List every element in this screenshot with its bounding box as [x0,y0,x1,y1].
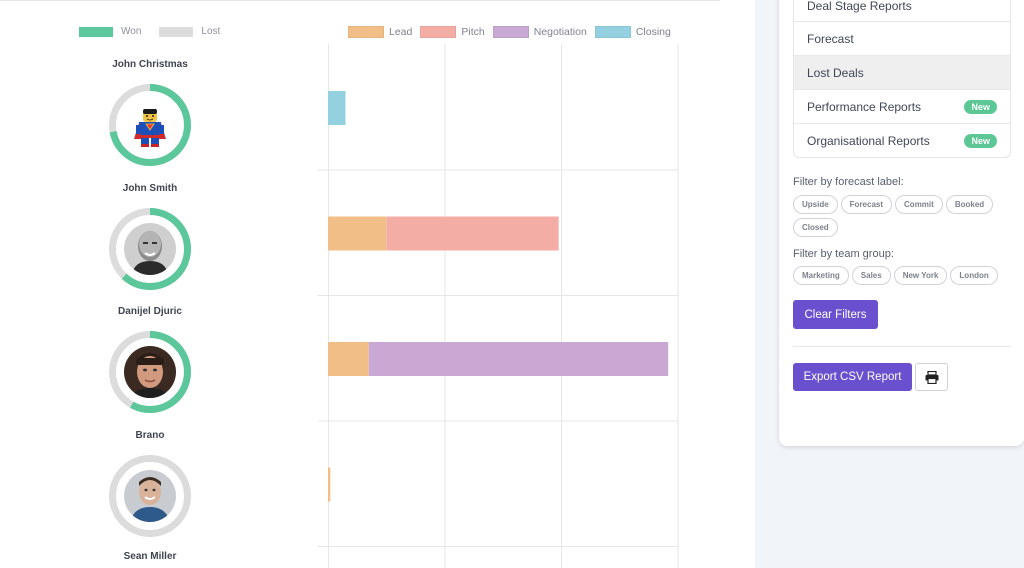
filter-pill-forecast[interactable]: Forecast [840,195,893,214]
lead-swatch [348,26,384,38]
win-loss-ring [107,206,193,292]
person-card: John Christmas [95,58,205,168]
new-badge: New [964,133,997,148]
person-card: John Smith [95,182,205,292]
legend-won-label: Won [121,26,142,37]
bar-pitch[interactable] [386,216,559,251]
menu-item-forecast[interactable]: Forecast [794,21,1010,55]
person-card: Danijel Djuric [95,305,205,415]
legend-closing[interactable]: Closing [594,26,671,38]
win-loss-ring [107,82,193,168]
pitch-swatch [420,26,457,38]
win-loss-ring [107,329,193,415]
forecast-label-pills: Upside Forecast Commit Booked Closed [793,195,1013,241]
stage-bar-chart [318,44,679,568]
negotiation-swatch [492,26,529,38]
legend-won: Won [79,26,141,37]
filter-pill-marketing[interactable]: Marketing [793,266,849,285]
filter-pill-sales[interactable]: Sales [851,266,891,285]
person-name: Danijel Djuric [118,306,182,317]
forecast-filter-label: Filter by forecast label: [793,176,904,188]
menu-item-label: Forecast [807,31,854,46]
menu-item-label: Lost Deals [807,65,864,80]
legend-negotiation-label: Negotiation [533,26,587,38]
filter-pill-london[interactable]: London [950,266,998,285]
menu-item-organisational-reports[interactable]: Organisational Reports New [794,123,1010,157]
win-loss-legend: Won Lost [79,26,228,37]
bar-lead[interactable] [328,342,369,376]
new-badge: New [964,99,997,114]
report-main-panel: Won Lost John Christmas John Smith Danij… [0,0,755,568]
filter-pill-closed[interactable]: Closed [793,218,838,237]
lost-swatch [159,26,194,37]
top-divider [0,0,720,1]
legend-lost-label: Lost [201,26,221,37]
stage-legend: Lead Pitch Negotiation Closing [348,26,679,38]
printer-icon [925,370,938,384]
clear-filters-button[interactable]: Clear Filters [793,300,878,329]
person-name: Brano [135,430,165,441]
legend-lead[interactable]: Lead [348,26,412,38]
legend-lost: Lost [159,26,220,37]
closing-swatch [594,26,631,38]
legend-closing-label: Closing [635,26,671,38]
legend-negotiation[interactable]: Negotiation [492,26,587,38]
sidebar-divider [793,346,1011,347]
filter-pill-booked[interactable]: Booked [945,195,994,214]
legend-pitch[interactable]: Pitch [420,26,485,38]
bar-lead[interactable] [328,216,387,251]
bar-negotiation[interactable] [368,342,669,376]
menu-item-label: Performance Reports [807,99,922,114]
menu-item-label: Deal Stage Reports [807,0,912,13]
legend-lead-label: Lead [389,26,413,38]
bald-man-avatar[interactable] [124,223,176,275]
team-group-pills: Marketing Sales New York London [793,266,1013,289]
lego-superman-avatar[interactable] [124,99,176,151]
team-filter-label: Filter by team group: [793,248,894,260]
win-loss-ring [107,453,193,539]
menu-item-label: Organisational Reports [807,133,930,148]
filter-pill-upside[interactable]: Upside [793,195,838,214]
filter-pill-commit[interactable]: Commit [895,195,943,214]
filter-pill-new-york[interactable]: New York [893,266,948,285]
person-card: Brano [95,429,205,539]
report-menu: Deal Stage Reports Forecast Lost Deals P… [793,0,1011,158]
export-csv-button[interactable]: Export CSV Report [793,363,912,391]
person-name: John Christmas [112,59,188,70]
bar-closing[interactable] [328,91,346,125]
menu-item-lost-deals[interactable]: Lost Deals [794,55,1010,89]
menu-item-performance-reports[interactable]: Performance Reports New [794,89,1010,123]
person-name: Sean Miller [123,551,177,562]
print-button[interactable] [915,363,948,391]
person-name: John Smith [122,183,178,194]
menu-item-deal-stage-reports[interactable]: Deal Stage Reports [794,0,1010,21]
dark-hair-man-avatar[interactable] [124,346,176,398]
won-swatch [79,26,113,37]
sidebar-card: Deal Stage Reports Forecast Lost Deals P… [779,0,1024,446]
legend-pitch-label: Pitch [461,26,485,38]
bar-lead[interactable] [328,467,331,502]
smiling-man-avatar[interactable] [124,470,176,522]
